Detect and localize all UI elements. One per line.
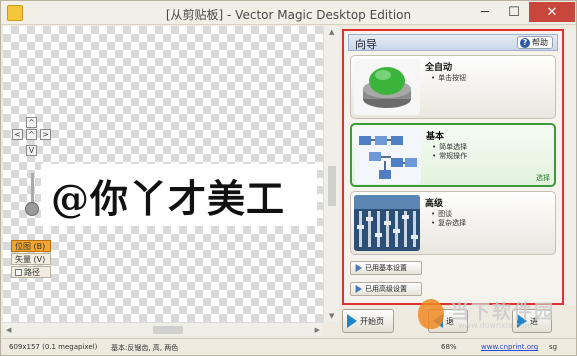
wizard-title: 向导 [355,38,377,51]
image-text: @你丫才美工 [51,176,286,221]
green-button-icon [354,59,420,115]
mode-vector-label: 矢量 (V) [15,255,46,264]
image-canvas[interactable]: @你丫才美工 ^ ^ < > V 位图 (B) 矢量 (V) 路径 [3,26,323,322]
card-title: 全自动 [425,63,453,73]
pan-up-fine-button[interactable]: ^ [26,129,37,140]
arrow-right-icon [355,285,362,293]
card-title: 高级 [425,199,444,209]
play-icon [347,314,357,328]
card-advanced[interactable]: 高级 图谈 复杂选择 [350,191,556,255]
website-link[interactable]: www.cnprint.org [481,343,538,351]
mode-path[interactable]: 路径 [11,266,51,278]
minimize-button[interactable]: ─ [471,2,499,22]
close-button[interactable]: ✕ [529,2,575,22]
mode-vector[interactable]: 矢量 (V) [11,253,51,265]
card-bullet: 常规操作 [432,151,467,161]
mode-bitmap[interactable]: 位图 (B) [11,240,51,252]
status-bar: 609x157 (0.1 megapixel) 基本:反锯齿, 高, 两色 68… [1,338,576,355]
help-icon: ? [520,37,530,48]
mixer-console-icon [354,195,420,251]
app-window: [从剪贴板] - Vector Magic Desktop Edition ─ … [0,0,577,356]
scroll-left-arrow-icon[interactable]: ◀ [6,326,11,334]
path-checkbox[interactable] [15,269,22,276]
scroll-down-arrow-icon[interactable]: ▼ [329,312,334,320]
basic-settings-label: 已用基本设置 [365,264,407,272]
home-page-label: 开始页 [360,316,384,326]
pan-down-button[interactable]: V [26,145,37,156]
card-fully-automatic[interactable]: 全自动 单击按钮 [350,55,556,119]
mode-path-label: 路径 [24,268,40,277]
watermark-url: www.downxia.com [458,321,533,330]
maximize-button[interactable]: ☐ [500,2,528,22]
canvas-horizontal-scrollbar[interactable]: ◀ ▶ [3,322,323,336]
zoom-slider-handle[interactable] [25,202,39,216]
card-title: 基本 [426,132,445,142]
flow-diagram-icon [355,128,421,184]
title-bar: [从剪贴板] - Vector Magic Desktop Edition ─ … [1,1,576,25]
canvas-vertical-scrollbar[interactable]: ▲ ▼ [323,26,339,322]
advanced-settings-label: 已用高级设置 [365,285,407,293]
help-label: 帮助 [532,38,548,47]
watermark-logo-icon [418,299,444,329]
basic-settings-button[interactable]: 已用基本设置 [350,261,422,275]
wizard-header: 向导 ? 帮助 [348,34,558,51]
image-dimensions: 609x157 (0.1 megapixel) [9,343,98,351]
pan-up-button[interactable]: ^ [26,117,37,128]
home-page-button[interactable]: 开始页 [342,309,394,333]
scroll-thumb[interactable] [328,166,336,206]
watermark: 当下软件园 www.downxia.com [418,297,568,341]
settings-info: 基本:反锯齿, 高, 两色 [111,344,179,352]
advanced-settings-button[interactable]: 已用高级设置 [350,282,422,296]
arrow-right-icon [355,264,362,272]
mode-bitmap-label: 位图 (B) [15,242,46,251]
help-button[interactable]: ? 帮助 [517,36,553,49]
scroll-thumb[interactable] [153,326,183,334]
wizard-scrollbar[interactable] [565,29,576,305]
scroll-up-arrow-icon[interactable]: ▲ [329,28,334,36]
scroll-right-arrow-icon[interactable]: ▶ [315,326,320,334]
zoom-level: 68% [441,343,457,351]
card-basic[interactable]: 基本 简单选择 常规操作 选择 [350,123,556,187]
view-mode-selector: 位图 (B) 矢量 (V) 路径 [11,240,51,279]
selected-label: 选择 [536,174,550,182]
pan-right-button[interactable]: > [40,129,51,140]
pan-left-button[interactable]: < [12,129,23,140]
card-bullet: 复杂选择 [431,218,466,228]
card-bullet: 单击按钮 [431,73,466,83]
status-right: sg [549,343,558,351]
watermark-text: 当下软件园 [450,301,556,323]
wizard-panel: 向导 ? 帮助 全自动 单击按钮 [342,29,564,305]
